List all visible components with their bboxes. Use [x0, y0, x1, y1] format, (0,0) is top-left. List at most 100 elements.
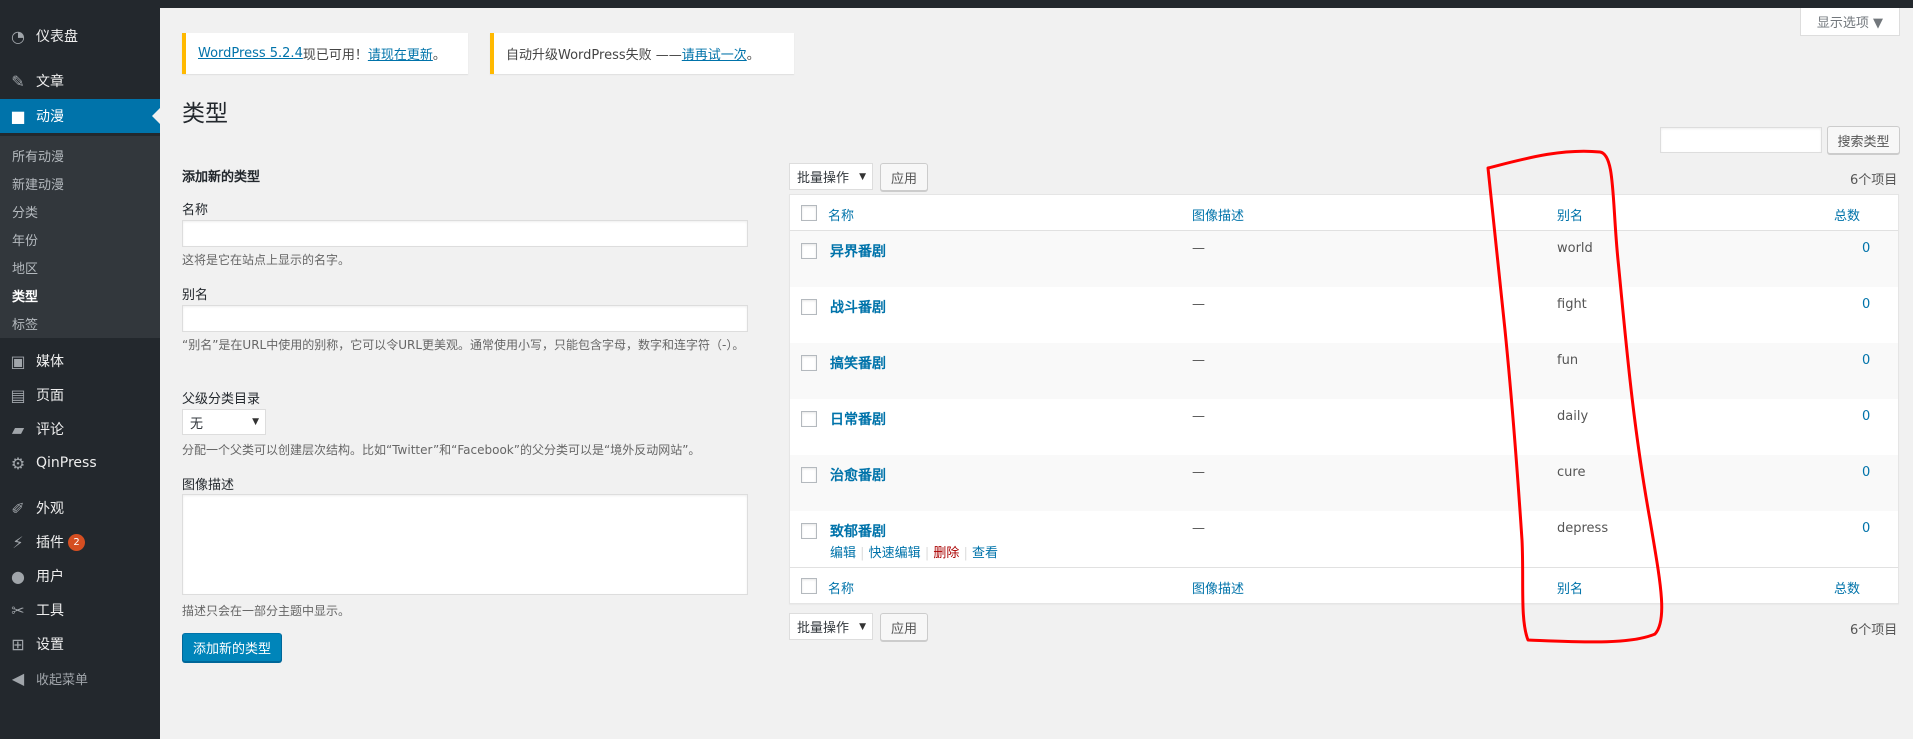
row-checkbox[interactable] [801, 523, 817, 539]
menu-anime[interactable]: ■ 动漫 [0, 99, 160, 133]
bulk-actions-select-bottom[interactable]: 批量操作 ▼ [789, 613, 873, 640]
apply-button-top[interactable]: 应用 [880, 163, 928, 191]
add-new-type-heading: 添加新的类型 [182, 170, 261, 185]
row-checkbox[interactable] [801, 411, 817, 427]
menu-label: 仪表盘 [36, 29, 78, 45]
term-name-link[interactable]: 治愈番剧 [830, 465, 886, 485]
table-row: 日常番剧 — daily 0 [790, 399, 1898, 455]
submenu-new-anime[interactable]: 新建动漫 [12, 174, 64, 193]
user-icon: ● [11, 566, 25, 586]
collapse-icon: ◀ [11, 668, 25, 688]
apply-button-bottom[interactable]: 应用 [880, 613, 928, 641]
chevron-down-icon: ▼ [859, 171, 866, 182]
term-name-link[interactable]: 搞笑番剧 [830, 353, 886, 373]
submenu-tags[interactable]: 标签 [12, 314, 38, 333]
menu-posts[interactable]: ✎ 文章 [0, 64, 160, 98]
column-name[interactable]: 名称 [828, 578, 854, 597]
menu-label: QinPress [36, 455, 97, 471]
term-description: — [1192, 521, 1205, 536]
quick-edit-link[interactable]: 快速编辑 [869, 546, 921, 561]
submenu-region[interactable]: 地区 [12, 258, 38, 277]
column-count[interactable]: 总数 [1834, 578, 1860, 597]
select-all-checkbox-bottom[interactable] [801, 578, 817, 594]
menu-settings[interactable]: ⊞ 设置 [0, 627, 160, 661]
parent-description: 分配一个父类可以创建层次结构。比如“Twitter”和“Facebook”的父分… [182, 443, 701, 457]
items-count-top: 6个项目 [1850, 173, 1898, 188]
menu-users[interactable]: ● 用户 [0, 559, 160, 593]
notice-text: 自动升级WordPress失败 —— [506, 48, 682, 63]
row-checkbox[interactable] [801, 355, 817, 371]
collapse-menu-button[interactable]: ◀ 收起菜单 [0, 661, 160, 695]
parent-category-select[interactable]: 无 ▼ [182, 409, 266, 435]
term-count-link[interactable]: 0 [1862, 465, 1870, 480]
plugin-update-badge: 2 [68, 533, 85, 551]
search-input[interactable] [1660, 127, 1822, 153]
menu-tools[interactable]: ✂ 工具 [0, 593, 160, 627]
term-name-link[interactable]: 日常番剧 [830, 409, 886, 429]
add-new-type-button[interactable]: 添加新的类型 [182, 633, 282, 662]
search-types-button[interactable]: 搜索类型 [1827, 126, 1900, 154]
column-slug[interactable]: 别名 [1557, 205, 1583, 224]
update-now-link[interactable]: 请现在更新 [368, 44, 433, 63]
term-slug: fight [1557, 297, 1587, 312]
menu-label: 评论 [36, 422, 64, 438]
bulk-actions-select-top[interactable]: 批量操作 ▼ [789, 163, 873, 190]
menu-dashboard[interactable]: ◔ 仪表盘 [0, 19, 160, 53]
menu-comments[interactable]: ▰ 评论 [0, 412, 160, 446]
term-count-link[interactable]: 0 [1862, 241, 1870, 256]
column-slug[interactable]: 别名 [1557, 578, 1583, 597]
row-checkbox[interactable] [801, 299, 817, 315]
notice-text: 现已可用！ [302, 48, 368, 63]
term-count-link[interactable]: 0 [1862, 297, 1870, 312]
screen-options-button[interactable]: 显示选项 ▼ [1800, 8, 1900, 36]
types-table: 名称 图像描述 别名 总数 异界番剧 — world 0 战斗番剧 — figh… [789, 194, 1899, 604]
term-count-link[interactable]: 0 [1862, 409, 1870, 424]
term-slug: daily [1557, 409, 1589, 424]
table-row: 战斗番剧 — fight 0 [790, 287, 1898, 343]
menu-qinpress[interactable]: ⚙ QinPress [0, 446, 160, 480]
column-name[interactable]: 名称 [828, 205, 854, 224]
name-field[interactable] [182, 220, 748, 247]
term-name-link[interactable]: 异界番剧 [830, 241, 886, 261]
image-description-textarea[interactable] [182, 494, 748, 595]
brush-icon: ✐ [11, 498, 25, 518]
term-count-link[interactable]: 0 [1862, 521, 1870, 536]
menu-label: 动漫 [36, 109, 64, 125]
slug-field[interactable] [182, 305, 748, 332]
autoupdate-failed-notice: 自动升级WordPress失败 —— 请再试一次 。 [490, 33, 794, 74]
table-row: 搞笑番剧 — fun 0 [790, 343, 1898, 399]
submenu-all-anime[interactable]: 所有动漫 [12, 146, 64, 165]
notice-end: 。 [746, 48, 760, 63]
chevron-down-icon: ▼ [252, 417, 259, 427]
collapse-label: 收起菜单 [36, 672, 89, 688]
menu-label: 用户 [36, 569, 64, 585]
submenu-type[interactable]: 类型 [12, 286, 38, 305]
menu-label: 设置 [36, 637, 64, 653]
term-count-link[interactable]: 0 [1862, 353, 1870, 368]
menu-label: 外观 [36, 501, 64, 517]
menu-pages[interactable]: ▤ 页面 [0, 378, 160, 412]
edit-link[interactable]: 编辑 [830, 546, 856, 561]
column-image-description[interactable]: 图像描述 [1192, 578, 1244, 597]
pin-icon: ✎ [11, 71, 25, 91]
bulk-actions-label: 批量操作 [797, 171, 850, 186]
menu-plugins[interactable]: ⚡ 插件 2 [0, 525, 160, 559]
row-checkbox[interactable] [801, 467, 817, 483]
update-notice: WordPress 5.2.4 现已可用！ 请现在更新 。 [182, 33, 468, 74]
row-checkbox[interactable] [801, 243, 817, 259]
select-all-checkbox[interactable] [801, 205, 817, 221]
menu-media[interactable]: ▣ 媒体 [0, 344, 160, 378]
submenu-category[interactable]: 分类 [12, 202, 38, 221]
retry-link[interactable]: 请再试一次 [682, 44, 747, 63]
delete-link[interactable]: 删除 [933, 546, 959, 561]
term-name-link[interactable]: 战斗番剧 [830, 297, 886, 317]
submenu-year[interactable]: 年份 [12, 230, 38, 249]
term-description: — [1192, 353, 1205, 368]
wordpress-version-link[interactable]: WordPress 5.2.4 [198, 46, 303, 61]
column-image-description[interactable]: 图像描述 [1192, 205, 1244, 224]
term-name-link[interactable]: 致郁番剧 [830, 521, 886, 541]
column-count[interactable]: 总数 [1834, 205, 1860, 224]
menu-appearance[interactable]: ✐ 外观 [0, 491, 160, 525]
name-label: 名称 [182, 203, 209, 218]
view-link[interactable]: 查看 [972, 546, 998, 561]
